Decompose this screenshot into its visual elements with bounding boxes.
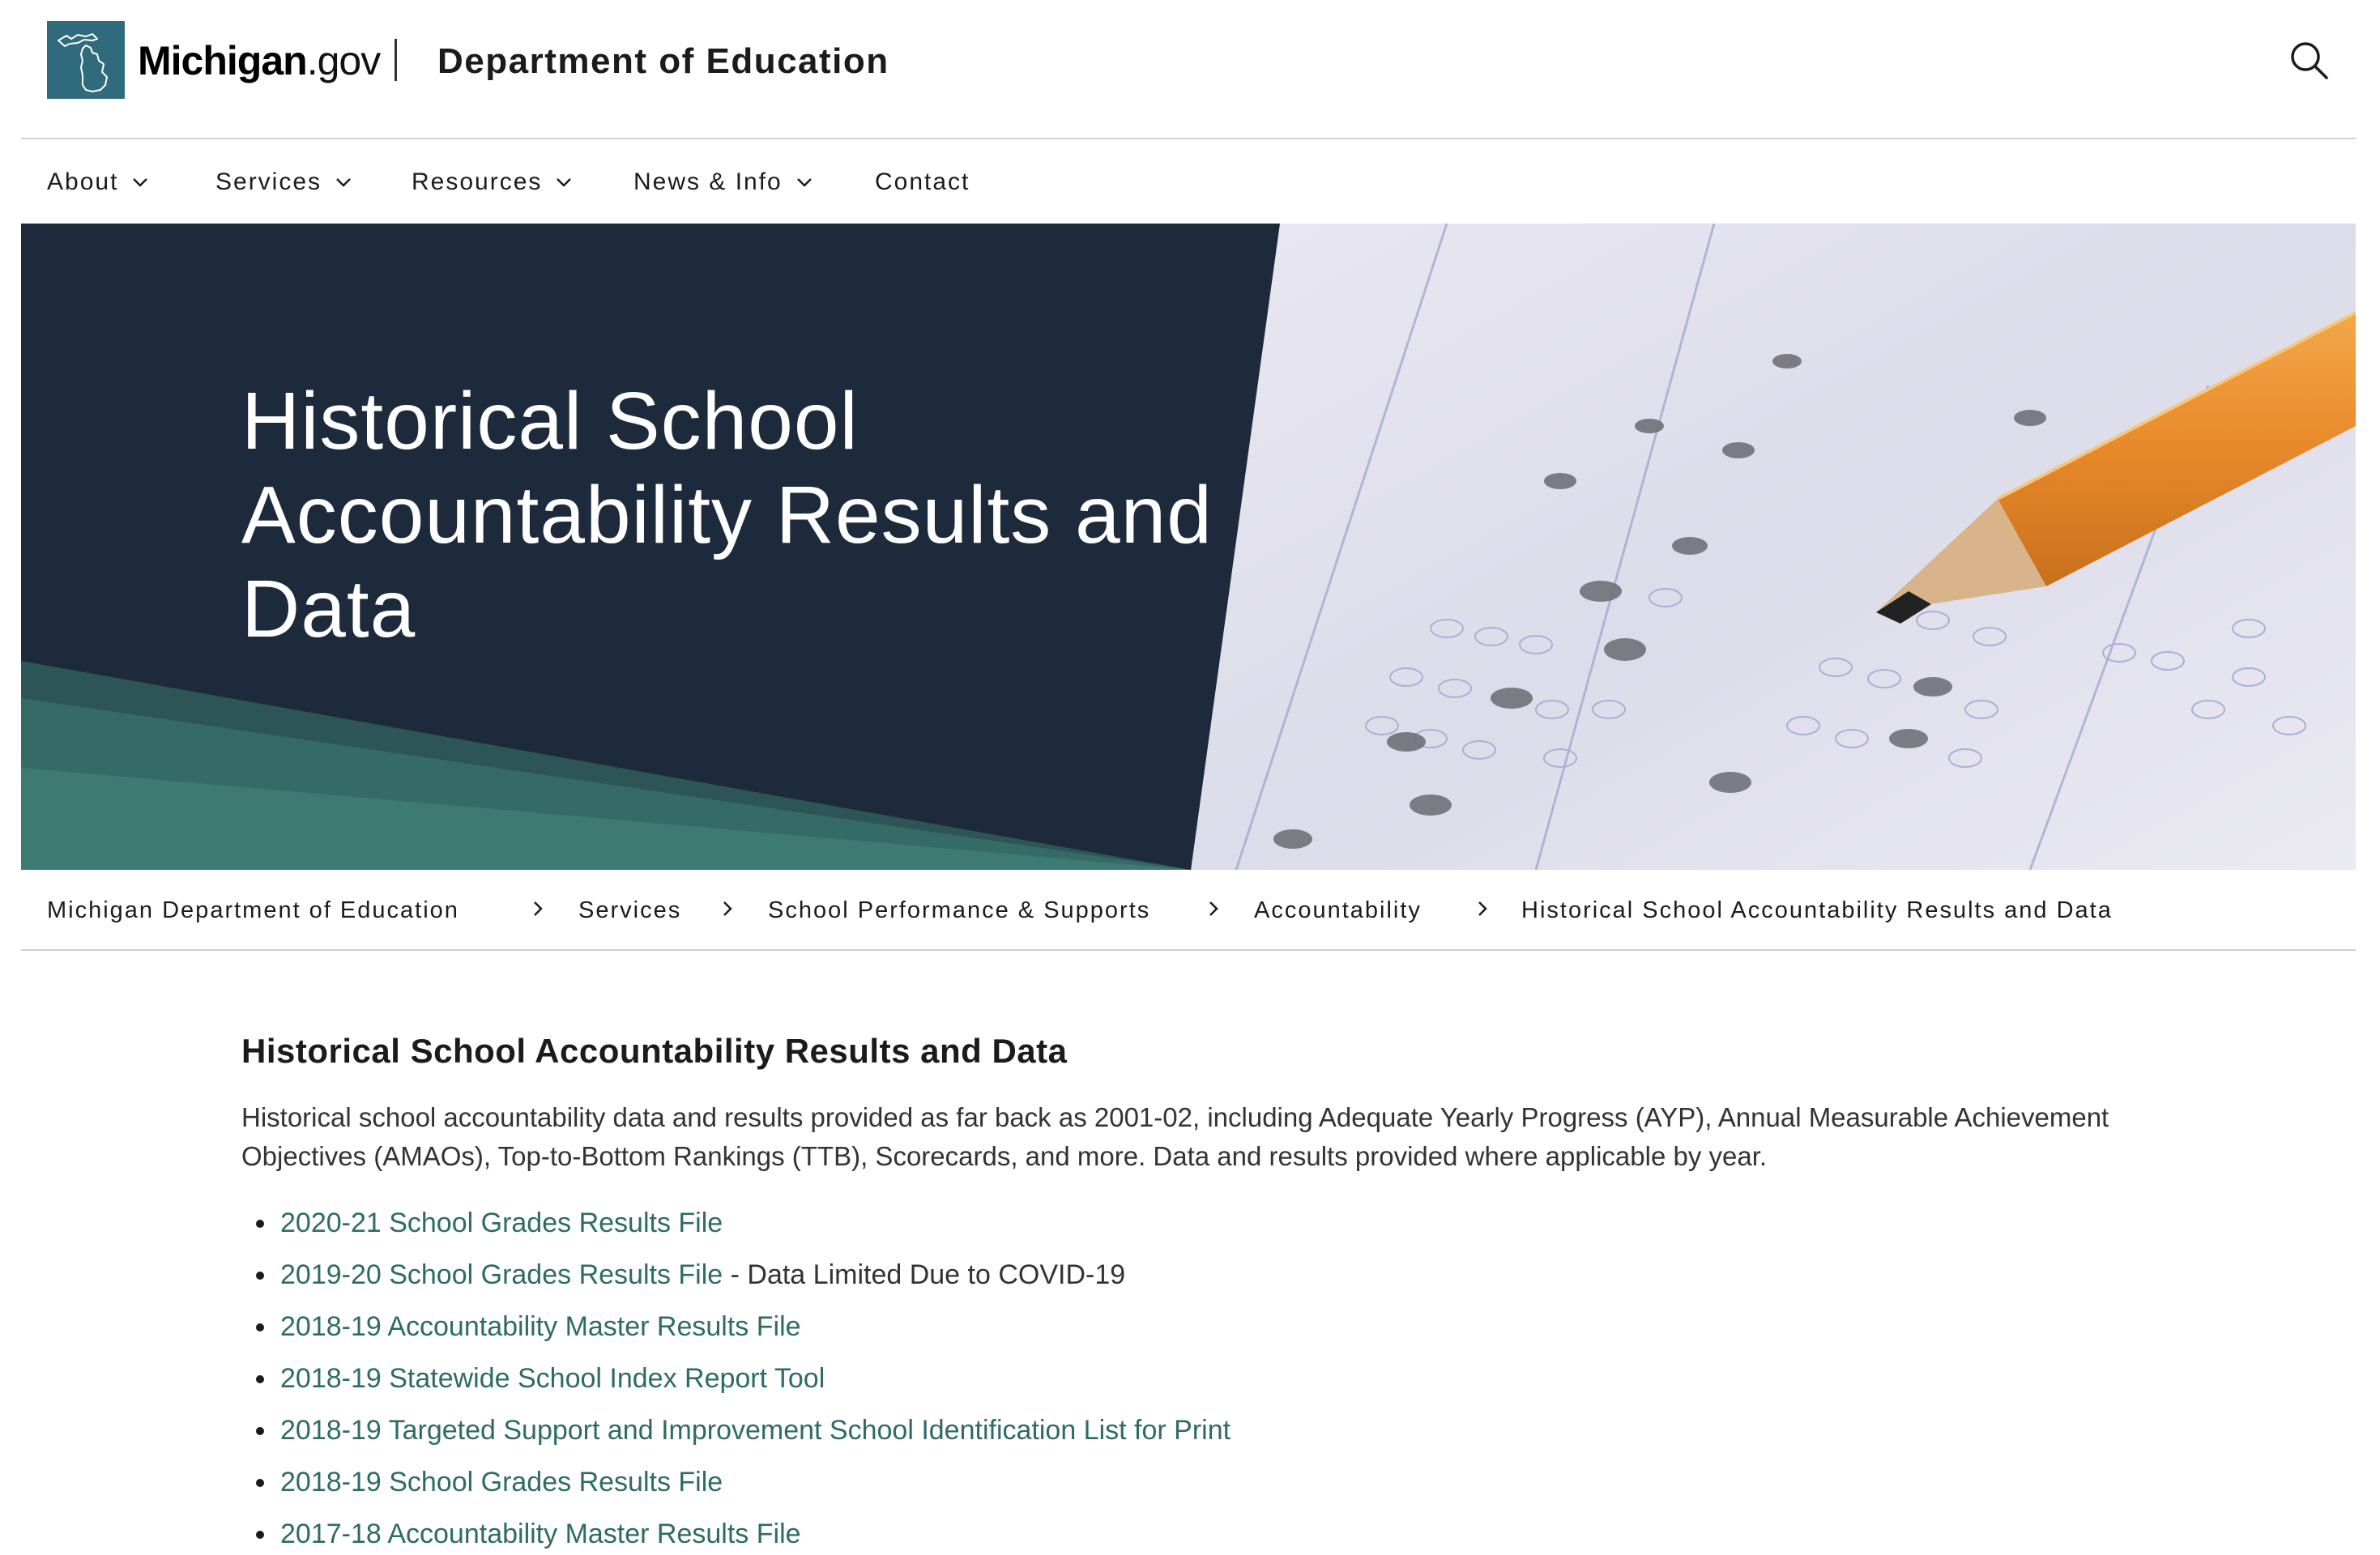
chevron-down-icon <box>557 178 572 187</box>
chevron-right-icon <box>1202 897 1225 920</box>
main-nav: About Services Resources News & Info Con… <box>0 139 2380 224</box>
nav-item-resources[interactable]: Resources <box>412 164 574 201</box>
results-file-link[interactable]: 2020-21 School Grades Results File <box>280 1208 723 1238</box>
main-content: Historical School Accountability Results… <box>241 1022 2186 1555</box>
bullet <box>256 1375 264 1383</box>
chevron-right-icon <box>1471 897 1494 920</box>
chevron-right-icon <box>527 897 549 920</box>
nav-item-label: About <box>47 168 119 195</box>
hero-title: Historical School Accountability Results… <box>241 376 1213 654</box>
michigan-gov-wordmark[interactable]: Michigan.gov <box>138 32 382 89</box>
michigan-map-icon <box>58 33 108 92</box>
nav-item-label: Contact <box>875 168 970 195</box>
intro-paragraph: Historical school accountability data an… <box>241 1102 2109 1171</box>
bullet <box>256 1427 264 1435</box>
list-item: 2019-20 School Grades Results File - Dat… <box>241 1255 2186 1307</box>
site-header: Michigan.gov Department of Education <box>0 0 2380 138</box>
results-file-link[interactable]: 2018-19 School Grades Results File <box>280 1467 723 1497</box>
breadcrumb-item-current: Historical School Accountability Results… <box>1521 897 2113 923</box>
list-item: 2018-19 Statewide School Index Report To… <box>241 1359 2186 1411</box>
results-file-link[interactable]: 2018-19 Statewide School Index Report To… <box>280 1363 825 1394</box>
bullet <box>256 1531 264 1539</box>
results-file-link[interactable]: 2018-19 Targeted Support and Improvement… <box>280 1415 1231 1446</box>
chevron-right-icon <box>716 897 739 920</box>
chevron-down-icon <box>796 178 812 187</box>
michigan-logo[interactable] <box>47 21 125 99</box>
hero-banner: Historical School Accountability Results… <box>21 224 2356 870</box>
list-item: 2018-19 School Grades Results File <box>241 1463 2186 1515</box>
department-title[interactable]: Department of Education <box>437 37 889 86</box>
nav-item-label: News & Info <box>633 168 783 195</box>
bullet <box>256 1479 264 1487</box>
header-divider <box>395 39 397 81</box>
bullet <box>256 1220 264 1228</box>
chevron-down-icon <box>133 178 148 187</box>
page: Michigan.gov Department of Education Abo… <box>0 0 2380 1555</box>
search-button[interactable] <box>2286 37 2331 83</box>
results-file-link[interactable]: 2018-19 Accountability Master Results Fi… <box>280 1311 801 1342</box>
page-heading: Historical School Accountability Results… <box>241 1032 1068 1070</box>
bullet <box>256 1272 264 1280</box>
results-file-list: 2020-21 School Grades Results File 2019-… <box>241 1204 2186 1555</box>
list-item: 2017-18 Accountability Master Results Fi… <box>241 1515 2186 1555</box>
wordmark-bold: Michigan <box>138 38 308 83</box>
breadcrumb-divider-line <box>21 949 2356 951</box>
breadcrumb-item-home[interactable]: Michigan Department of Education <box>47 894 459 927</box>
nav-item-label: Services <box>215 168 322 195</box>
list-item: 2020-21 School Grades Results File <box>241 1204 2186 1255</box>
nav-item-services[interactable]: Services <box>215 164 354 201</box>
list-item: 2018-19 Accountability Master Results Fi… <box>241 1307 2186 1359</box>
nav-item-news-info[interactable]: News & Info <box>633 164 815 201</box>
nav-item-contact[interactable]: Contact <box>875 164 970 201</box>
nav-item-about[interactable]: About <box>47 164 151 201</box>
nav-item-label: Resources <box>412 168 543 195</box>
list-item: 2018-19 Targeted Support and Improvement… <box>241 1411 2186 1463</box>
chevron-down-icon <box>336 178 351 187</box>
results-file-link[interactable]: 2019-20 School Grades Results File <box>280 1259 723 1290</box>
results-file-link[interactable]: 2017-18 Accountability Master Results Fi… <box>280 1519 801 1549</box>
search-icon <box>2291 42 2328 79</box>
breadcrumb: Michigan Department of Education Service… <box>0 870 2380 951</box>
breadcrumb-item-services[interactable]: Services <box>578 894 681 927</box>
breadcrumb-item-accountability[interactable]: Accountability <box>1254 894 1422 927</box>
wordmark-light: .gov <box>306 38 382 83</box>
bullet <box>256 1323 264 1331</box>
breadcrumb-item-school-performance[interactable]: School Performance & Supports <box>768 894 1150 927</box>
link-note: - Data Limited Due to COVID-19 <box>723 1259 1126 1290</box>
